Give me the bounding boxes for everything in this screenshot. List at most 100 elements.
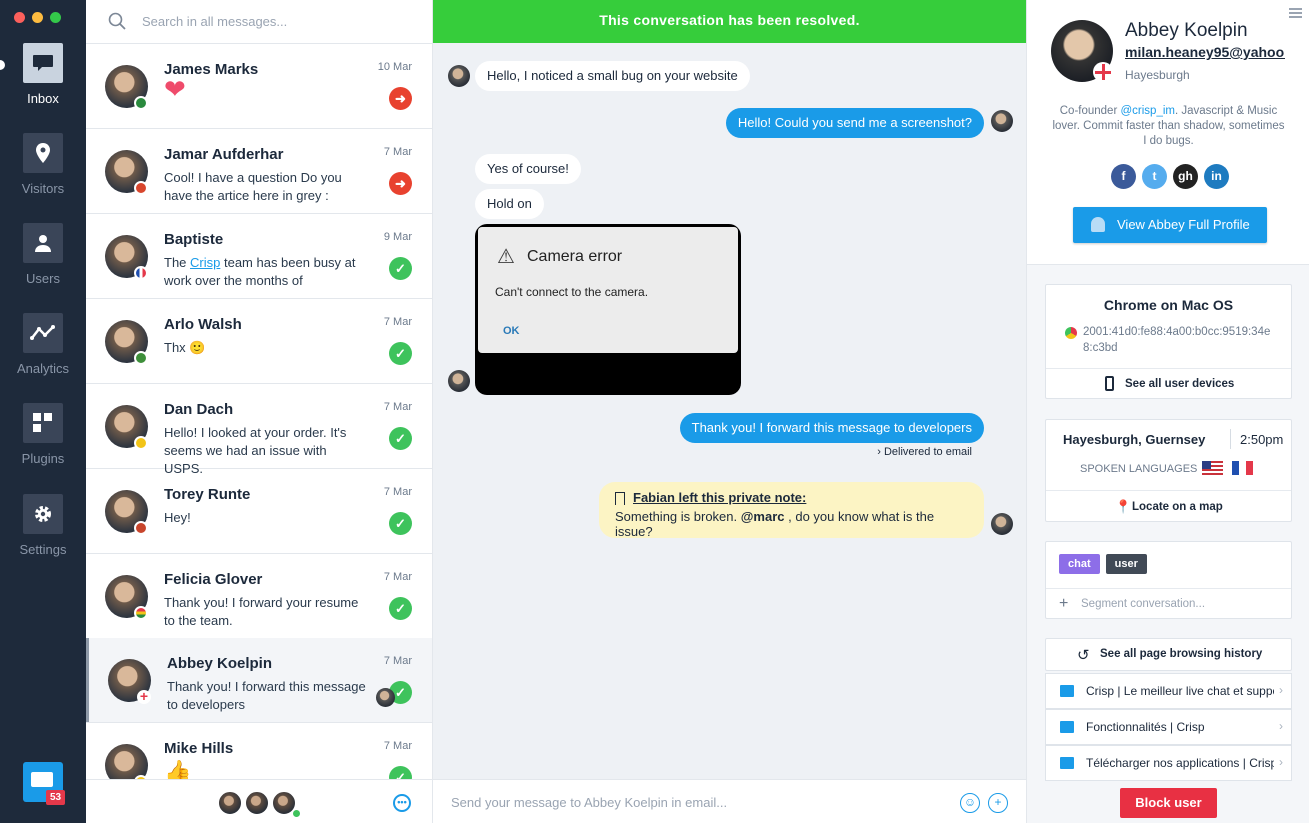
user-icon <box>23 223 63 263</box>
segment-tags: chat user <box>1059 554 1147 574</box>
resolved-check-icon[interactable]: ✓ <box>389 427 412 450</box>
warning-icon: ⚠ <box>497 246 515 268</box>
search-input[interactable] <box>142 11 412 31</box>
screenshot-attachment[interactable]: ⚠ Camera error Can't connect to the came… <box>475 224 741 395</box>
private-note: Fabian left this private note: Something… <box>599 482 984 539</box>
chevron-right-icon: › <box>877 446 881 458</box>
last-message: Thank you! I forward this message to dev… <box>167 679 366 712</box>
unresolved-status-icon[interactable]: ➜ <box>389 172 412 195</box>
gear-icon <box>23 494 63 534</box>
bio-text: Co-founder <box>1059 105 1121 117</box>
user-icon <box>1091 217 1105 232</box>
crisp-link[interactable]: Crisp <box>190 255 220 270</box>
nav-label: Settings <box>19 542 67 557</box>
last-message: ❤ <box>164 74 186 104</box>
conversation-item[interactable]: James Marks 10 Mar ❤ ➜ <box>86 44 432 129</box>
conversation-date: 7 Mar <box>383 486 412 498</box>
conversation-item[interactable]: Felicia Glover 7 Mar Thank you! I forwar… <box>86 554 432 639</box>
nav-label: Plugins <box>21 451 65 466</box>
nav-item-inbox[interactable]: Inbox <box>0 43 86 106</box>
maximize-window-button[interactable] <box>50 12 61 23</box>
nav-item-users[interactable]: Users <box>0 223 86 286</box>
github-icon[interactable]: gh <box>1173 164 1198 189</box>
conversation-item[interactable]: Dan Dach 7 Mar Hello! I looked at your o… <box>86 384 432 476</box>
page-icon <box>1060 721 1074 733</box>
operator-avatar[interactable] <box>244 790 270 816</box>
user-city: Hayesburgh <box>1125 68 1190 82</box>
note-author[interactable]: Fabian left this private note: <box>633 490 968 505</box>
nav-item-settings[interactable]: Settings <box>0 494 86 557</box>
languages-label: SPOKEN LANGUAGES <box>1080 463 1198 475</box>
country-flag-icon <box>1093 62 1113 82</box>
close-window-button[interactable] <box>14 12 25 23</box>
history-page-item[interactable]: Fonctionnalités | Crisp › <box>1045 709 1292 745</box>
nav-label: Inbox <box>27 91 59 106</box>
resolved-banner: This conversation has been resolved. <box>433 0 1026 43</box>
delivery-status: › Delivered to email <box>877 446 972 458</box>
conversation-date: 7 Mar <box>383 401 412 413</box>
resolved-check-icon[interactable]: ✓ <box>389 597 412 620</box>
note-body: Something is broken. @marc , do you know… <box>615 509 968 539</box>
resolved-check-icon[interactable]: ✓ <box>389 512 412 535</box>
operator-avatar[interactable] <box>217 790 243 816</box>
user-email[interactable]: milan.heaney95@yahoo.com <box>1125 44 1285 60</box>
conversation-item[interactable]: Arlo Walsh 7 Mar Thx 🙂 ✓ <box>86 299 432 384</box>
contact-name: Felicia Glover <box>164 571 263 588</box>
camera-error-dialog: ⚠ Camera error Can't connect to the came… <box>478 227 738 353</box>
menu-icon[interactable] <box>1289 8 1302 18</box>
nav-item-visitors[interactable]: Visitors <box>0 133 86 196</box>
minimize-window-button[interactable] <box>32 12 43 23</box>
nav-label: Analytics <box>16 361 70 376</box>
unresolved-status-icon[interactable]: ➜ <box>389 87 412 110</box>
segment-input-row[interactable]: + Segment conversation... <box>1046 588 1291 619</box>
country-flag-icon <box>134 351 148 365</box>
visitor-avatar <box>448 65 470 87</box>
country-flag-icon <box>134 436 148 450</box>
segment-tag[interactable]: chat <box>1059 554 1100 574</box>
message-input[interactable] <box>451 792 931 812</box>
france-flag-icon <box>1232 461 1253 475</box>
locate-on-map-link[interactable]: 📍 Locate on a map <box>1046 490 1291 522</box>
conversation-list: James Marks 10 Mar ❤ ➜ Jamar Aufderhar 7… <box>86 0 433 823</box>
conversation-item[interactable]: Jamar Aufderhar 7 Mar Cool! I have a que… <box>86 129 432 214</box>
note-mention[interactable]: @marc <box>741 509 785 524</box>
contact-name: Arlo Walsh <box>164 316 242 333</box>
add-attachment-icon[interactable]: + <box>988 793 1008 813</box>
conversation-date: 7 Mar <box>383 316 412 328</box>
nav-item-analytics[interactable]: Analytics <box>0 313 86 376</box>
page-title: Fonctionnalités | Crisp <box>1086 720 1205 734</box>
block-user-button[interactable]: Block user <box>1120 788 1217 818</box>
resolved-check-icon[interactable]: ✓ <box>389 342 412 365</box>
message-bubble-operator: Thank you! I forward this message to dev… <box>679 413 984 443</box>
emoji-icon[interactable]: ☺ <box>960 793 980 813</box>
twitter-icon[interactable]: t <box>1142 164 1167 189</box>
see-all-devices-link[interactable]: See all user devices <box>1046 368 1291 399</box>
nav-item-plugins[interactable]: Plugins <box>0 403 86 466</box>
contact-name: Torey Runte <box>164 486 251 503</box>
segment-tag[interactable]: user <box>1105 554 1147 574</box>
visitor-avatar <box>448 370 470 392</box>
contact-name: Baptiste <box>164 231 224 248</box>
contact-name: Jamar Aufderhar <box>164 146 284 163</box>
phone-icon <box>1105 376 1114 391</box>
plugins-icon <box>23 403 63 443</box>
conversation-item[interactable]: Torey Runte 7 Mar Hey! ✓ <box>86 469 432 554</box>
browsing-history-header[interactable]: ↺ See all page browsing history <box>1045 638 1292 671</box>
conversation-item-selected[interactable]: + Abbey Koelpin 7 Mar Thank you! I forwa… <box>86 638 432 723</box>
conversation-item[interactable]: Baptiste 9 Mar The Crisp team has been b… <box>86 214 432 299</box>
nav-label: Users <box>26 271 60 286</box>
note-text: Something is broken. <box>615 509 741 524</box>
linkedin-icon[interactable]: in <box>1204 164 1229 189</box>
message-bubble-visitor: Hold on <box>475 189 544 219</box>
contact-name: Abbey Koelpin <box>167 655 273 672</box>
history-page-item[interactable]: Crisp | Le meilleur live chat et support… <box>1045 673 1292 709</box>
user-name: Abbey Koelpin <box>1125 20 1248 41</box>
facebook-icon[interactable]: f <box>1111 164 1136 189</box>
segments-card: chat user + Segment conversation... <box>1045 541 1292 619</box>
view-full-profile-button[interactable]: View Abbey Full Profile <box>1073 207 1267 243</box>
more-options-icon[interactable]: ••• <box>393 794 411 812</box>
bio-handle[interactable]: @crisp_im <box>1120 105 1175 117</box>
resolved-check-icon[interactable]: ✓ <box>389 257 412 280</box>
chevron-right-icon: › <box>1279 755 1283 769</box>
history-page-item[interactable]: Télécharger nos applications | Crisp › <box>1045 745 1292 781</box>
